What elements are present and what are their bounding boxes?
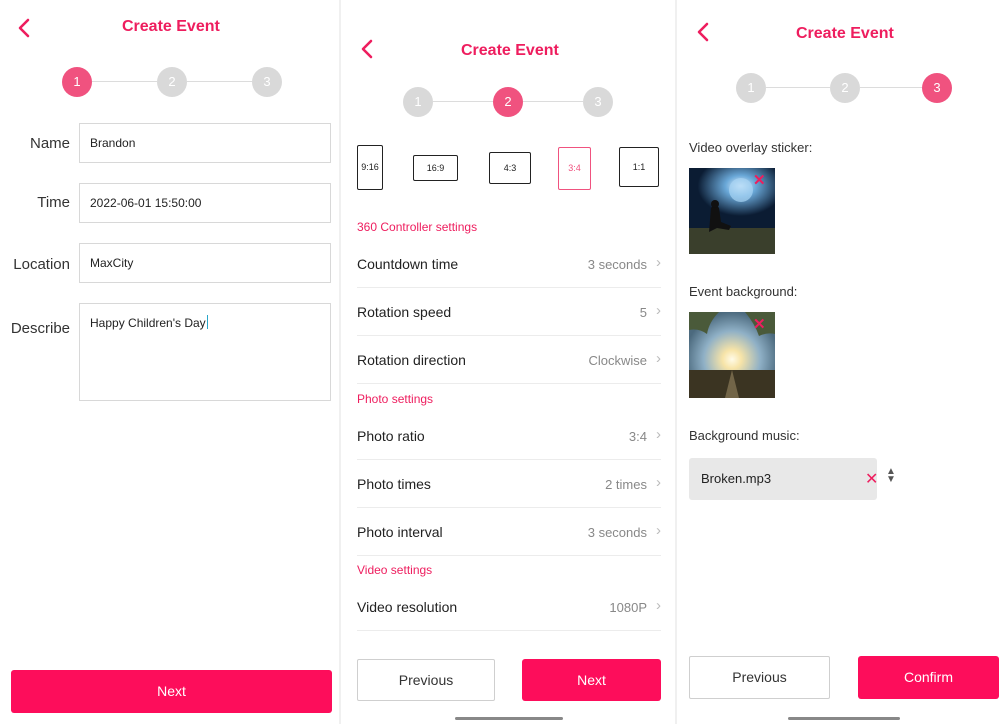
remove-background-icon[interactable]: ✕ [753,315,766,333]
setting-label: Video resolution [357,599,458,615]
ratio-option-4-3[interactable]: 4:3 [489,152,531,184]
next-button[interactable]: Next [522,659,661,701]
setting-row-rotation-speed[interactable]: Rotation speed 5 › [357,288,661,336]
ratio-option-1-1[interactable]: 1:1 [619,147,659,187]
setting-row-photo-times[interactable]: Photo times 2 times › [357,460,661,508]
setting-row-photo-interval[interactable]: Photo interval 3 seconds › [357,508,661,556]
home-indicator [788,717,900,720]
setting-label: Countdown time [357,256,459,272]
chevron-right-icon: › [656,350,661,367]
page-title: Create Event [122,18,220,35]
step-connector [523,101,583,102]
create-event-step3-panel: Create Event 1 2 3 Video overlay sticker… [677,0,1003,724]
step-indicator: 1 2 3 [62,67,282,97]
name-field-value: Brandon [90,136,136,150]
back-icon[interactable] [693,21,715,43]
name-field[interactable]: Brandon [79,123,331,163]
step-3: 3 [252,67,282,97]
chevron-right-icon: › [656,426,661,443]
ratio-option-3-4[interactable]: 3:4 [558,147,591,190]
step-connector [187,81,252,82]
describe-textarea[interactable]: Happy Children's Day [79,303,331,401]
step-connector [433,101,493,102]
setting-label: Rotation direction [357,352,466,368]
setting-value: 1080P [609,600,647,615]
step-connector [860,87,924,88]
setting-row-video-resolution[interactable]: Video resolution 1080P › [357,583,661,631]
ratio-option-9-16[interactable]: 9:16 [357,145,383,190]
video-overlay-sticker-label: Video overlay sticker: [689,140,813,155]
location-field-value: MaxCity [90,256,134,270]
location-label: Location [13,256,70,273]
confirm-button[interactable]: Confirm [858,656,999,699]
setting-value: 3 seconds [587,257,647,272]
setting-row-rotation-direction[interactable]: Rotation direction Clockwise › [357,336,661,384]
clear-music-icon[interactable]: ✕ [865,469,878,489]
previous-button[interactable]: Previous [357,659,495,701]
time-field[interactable]: 2022-06-01 15:50:00 [79,183,331,223]
setting-label: Rotation speed [357,304,452,320]
step-2: 2 [493,87,523,117]
remove-sticker-icon[interactable]: ✕ [753,171,766,189]
chevron-right-icon: › [656,597,661,614]
text-cursor [206,315,208,329]
create-event-step1-panel: Create Event 1 2 3 Name Brandon Time 202… [0,0,338,724]
setting-value: 2 times [605,477,647,492]
step-1: 1 [62,67,92,97]
previous-button[interactable]: Previous [689,656,830,699]
section-photo-settings: Photo settings [357,392,434,406]
background-music-label: Background music: [689,428,800,443]
step-1: 1 [736,73,766,103]
setting-label: Photo ratio [357,428,425,444]
setting-value: 5 [639,305,647,320]
setting-value: 3 seconds [587,525,647,540]
name-label: Name [29,135,70,152]
step-2: 2 [157,67,187,97]
back-icon[interactable] [14,17,36,39]
sort-icon[interactable]: ▲ ▼ [886,467,896,485]
setting-value: Clockwise [588,353,647,368]
music-select[interactable]: Broken.mp3 ✕ ▲ ▼ [689,458,896,500]
time-label: Time [37,194,70,211]
chevron-right-icon: › [656,474,661,491]
setting-row-countdown-time[interactable]: Countdown time 3 seconds › [357,240,661,288]
home-indicator [455,717,563,720]
step-1: 1 [403,87,433,117]
panel-divider [339,0,341,724]
section-controller-settings: 360 Controller settings [357,220,478,234]
describe-textarea-value: Happy Children's Day [90,316,206,330]
setting-label: Photo interval [357,524,443,540]
chevron-right-icon: › [656,302,661,319]
time-field-value: 2022-06-01 15:50:00 [90,196,202,210]
step-3: 3 [922,73,952,103]
step-indicator: 1 2 3 [403,87,623,117]
setting-label: Photo times [357,476,431,492]
event-background-label: Event background: [689,284,798,299]
chevron-right-icon: › [656,254,661,271]
step-3: 3 [583,87,613,117]
setting-value: 3:4 [628,429,647,444]
step-indicator: 1 2 3 [736,73,956,103]
chevron-right-icon: › [656,522,661,539]
ratio-option-16-9[interactable]: 16:9 [413,155,458,181]
next-button[interactable]: Next [11,670,332,713]
describe-label: Describe [10,320,70,337]
page-title: Create Event [461,42,559,59]
page-title: Create Event [796,25,894,42]
setting-row-photo-ratio[interactable]: Photo ratio 3:4 › [357,412,661,460]
step-connector [766,87,830,88]
step-2: 2 [830,73,860,103]
location-field[interactable]: MaxCity [79,243,331,283]
step-connector [92,81,157,82]
back-icon[interactable] [357,38,379,60]
create-event-step2-panel: Create Event 1 2 3 9:16 16:9 4:3 3:4 1:1… [343,0,675,724]
music-file-name: Broken.mp3 [701,471,772,486]
section-video-settings: Video settings [357,563,433,577]
